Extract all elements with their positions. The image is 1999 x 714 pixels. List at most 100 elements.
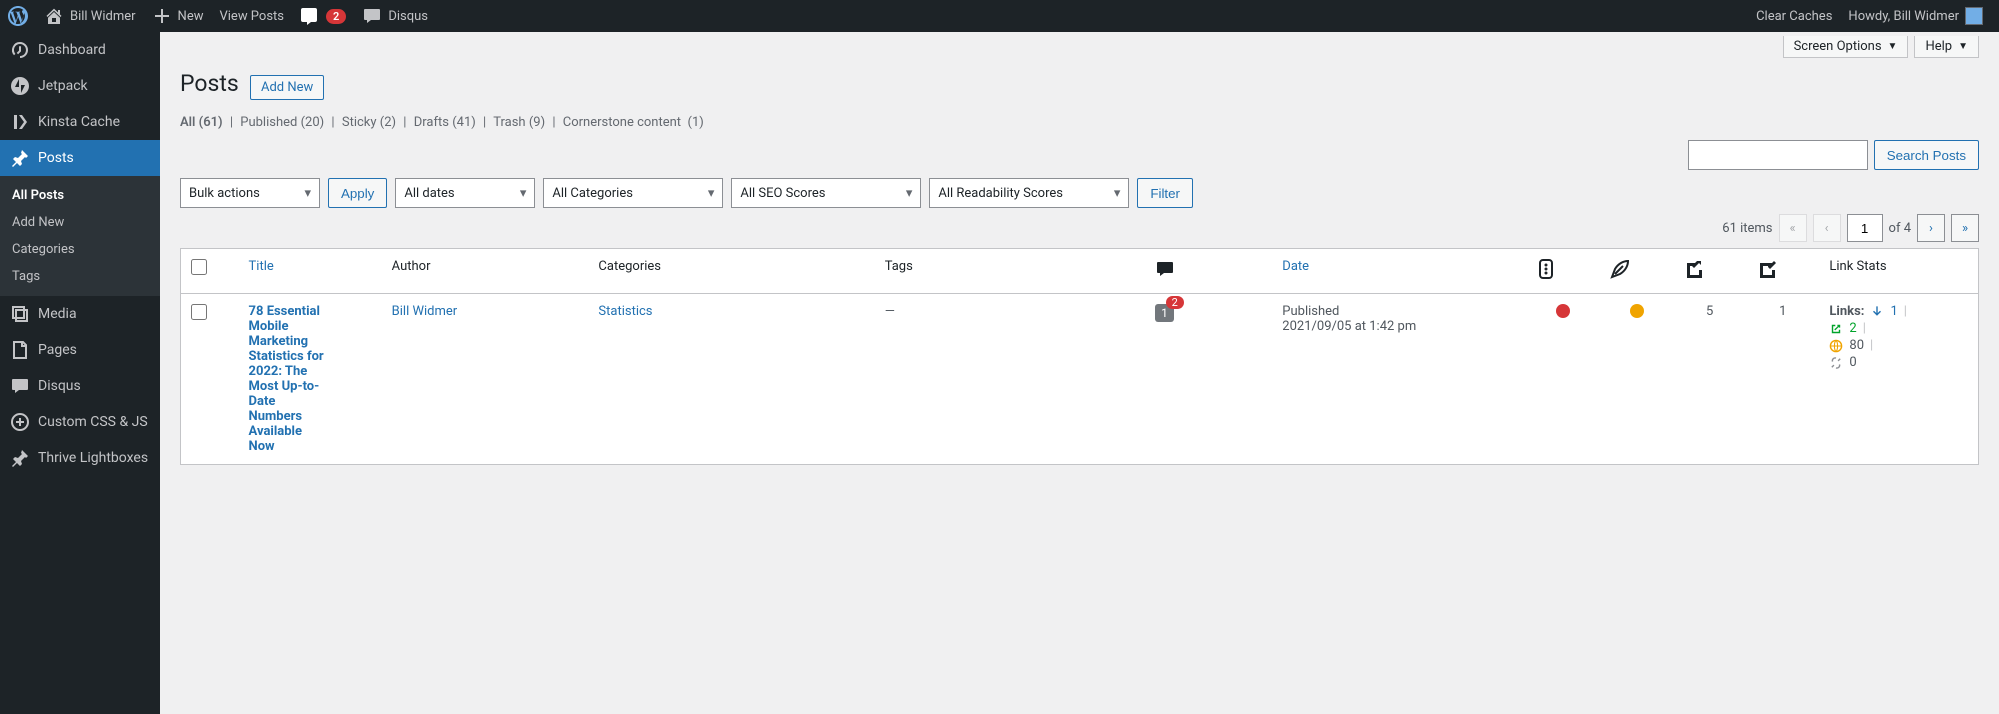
site-name: Bill Widmer	[70, 9, 136, 24]
col-incoming-links	[1746, 249, 1819, 294]
wp-logo[interactable]	[0, 0, 36, 32]
search-button[interactable]: Search Posts	[1874, 140, 1979, 170]
pagination: 61 items « ‹ of 4 › »	[180, 214, 1979, 242]
sidebar-item-pages[interactable]: Pages	[0, 332, 160, 368]
posts-submenu: All Posts Add New Categories Tags	[0, 176, 160, 296]
post-title-link[interactable]: 78 Essential Mobile Marketing Statistics…	[249, 304, 324, 454]
broken-link-icon	[1829, 356, 1843, 370]
globe-icon	[1829, 339, 1843, 353]
search-input[interactable]	[1688, 140, 1868, 170]
sub-item-tags[interactable]: Tags	[0, 263, 160, 290]
total-items: 61 items	[1722, 221, 1772, 236]
category-link[interactable]: Statistics	[598, 304, 652, 319]
first-page-button[interactable]: «	[1779, 214, 1807, 242]
col-title[interactable]: Title	[239, 249, 382, 294]
categories-select[interactable]: All Categories	[543, 178, 723, 208]
sidebar-item-disqus[interactable]: Disqus	[0, 368, 160, 404]
sidebar-item-dashboard[interactable]: Dashboard	[0, 32, 160, 68]
new-content-link[interactable]: New	[144, 0, 212, 32]
view-filters: All (61) | Published (20) | Sticky (2) |…	[180, 115, 1979, 130]
comment-icon	[1155, 259, 1175, 279]
sidebar-item-kinsta[interactable]: Kinsta Cache	[0, 104, 160, 140]
howdy-link[interactable]: Howdy, Bill Widmer	[1840, 0, 1991, 32]
dates-select[interactable]: All dates	[395, 178, 535, 208]
readability-select[interactable]: All Readability Scores	[929, 178, 1129, 208]
col-readability	[1600, 249, 1673, 294]
view-posts-link[interactable]: View Posts	[211, 0, 292, 32]
sidebar-item-media[interactable]: Media	[0, 296, 160, 332]
date-cell: Published2021/09/05 at 1:42 pm	[1272, 294, 1526, 465]
tags-cell: —	[875, 294, 1145, 465]
view-cornerstone[interactable]: Cornerstone content	[563, 115, 681, 130]
sub-item-add-new[interactable]: Add New	[0, 209, 160, 236]
triangle-down-icon: ▼	[1888, 41, 1898, 52]
home-icon	[44, 6, 64, 26]
main-content: Screen Options▼ Help▼ Posts Add New All …	[160, 36, 1999, 485]
disqus-adminbar-link[interactable]: Disqus	[354, 0, 436, 32]
prev-page-button[interactable]: ‹	[1813, 214, 1841, 242]
sidebar-item-jetpack[interactable]: Jetpack	[0, 68, 160, 104]
admin-sidebar: Dashboard Jetpack Kinsta Cache Posts All…	[0, 32, 160, 714]
row-checkbox[interactable]	[191, 304, 207, 320]
screen-options-tab[interactable]: Screen Options▼	[1783, 36, 1909, 58]
sub-item-categories[interactable]: Categories	[0, 236, 160, 263]
add-new-button[interactable]: Add New	[250, 75, 324, 100]
comment-icon	[362, 6, 382, 26]
col-tags: Tags	[875, 249, 1145, 294]
next-page-button[interactable]: ›	[1917, 214, 1945, 242]
site-name-link[interactable]: Bill Widmer	[36, 0, 144, 32]
select-all-checkbox[interactable]	[191, 259, 207, 275]
pin-icon	[10, 148, 30, 168]
kinsta-icon	[10, 112, 30, 132]
filter-button[interactable]: Filter	[1137, 178, 1193, 208]
view-drafts[interactable]: Drafts	[414, 115, 449, 130]
link-in-icon	[1756, 259, 1776, 279]
page-of: of 4	[1889, 221, 1911, 236]
col-comments[interactable]	[1145, 249, 1272, 294]
arrow-down-icon	[1870, 305, 1884, 319]
bulk-actions-select[interactable]: Bulk actions	[180, 178, 320, 208]
new-label: New	[178, 9, 204, 24]
seo-select[interactable]: All SEO Scores	[731, 178, 921, 208]
sub-item-all-posts[interactable]: All Posts	[0, 182, 160, 209]
clear-caches-link[interactable]: Clear Caches	[1748, 0, 1840, 32]
view-trash[interactable]: Trash	[493, 115, 525, 130]
yoast-link[interactable]: 2	[292, 0, 354, 32]
outgoing-count: 5	[1673, 294, 1746, 465]
view-published[interactable]: Published	[240, 115, 297, 130]
comment-count[interactable]: 1 2	[1155, 304, 1174, 322]
pin-icon	[10, 448, 30, 468]
link-out-icon	[1683, 259, 1703, 279]
last-page-button[interactable]: »	[1951, 214, 1979, 242]
author-link[interactable]: Bill Widmer	[392, 304, 458, 319]
sidebar-item-custom-css[interactable]: Custom CSS & JS	[0, 404, 160, 440]
col-linkstats: Link Stats	[1819, 249, 1978, 294]
apply-button[interactable]: Apply	[328, 178, 387, 208]
dashboard-icon	[10, 40, 30, 60]
yoast-count-badge: 2	[326, 9, 346, 24]
sidebar-item-thrive[interactable]: Thrive Lightboxes	[0, 440, 160, 476]
pending-badge: 2	[1166, 296, 1184, 309]
wordpress-icon	[8, 6, 28, 26]
jetpack-icon	[10, 76, 30, 96]
admin-bar: Bill Widmer New View Posts 2 Disqus Clea…	[0, 0, 1999, 32]
feather-icon	[1610, 259, 1630, 279]
view-all[interactable]: All (61)	[180, 115, 223, 130]
page-input[interactable]	[1847, 214, 1883, 242]
plus-circle-icon	[10, 412, 30, 432]
col-outgoing-links	[1673, 249, 1746, 294]
page-title: Posts	[180, 70, 239, 97]
triangle-down-icon: ▼	[1958, 41, 1968, 52]
avatar	[1965, 7, 1983, 25]
col-date[interactable]: Date	[1272, 249, 1526, 294]
plus-icon	[152, 6, 172, 26]
readability-dot	[1630, 304, 1644, 318]
view-sticky[interactable]: Sticky	[342, 115, 377, 130]
media-icon	[10, 304, 30, 324]
seo-dot	[1556, 304, 1570, 318]
table-row: 78 Essential Mobile Marketing Statistics…	[181, 294, 1979, 465]
comment-icon	[10, 376, 30, 396]
help-tab[interactable]: Help▼	[1914, 36, 1979, 58]
sidebar-item-posts[interactable]: Posts	[0, 140, 160, 176]
col-categories: Categories	[588, 249, 874, 294]
